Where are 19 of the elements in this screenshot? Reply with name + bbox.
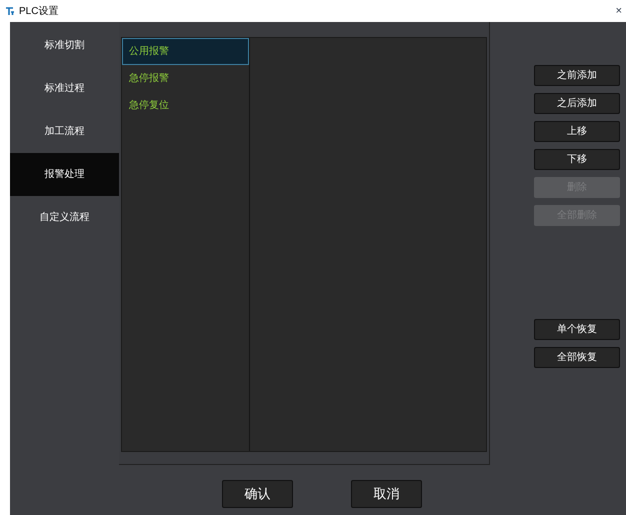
action-button[interactable]: 单个恢复 [534, 319, 620, 340]
dialog-button[interactable]: 取消 [351, 480, 422, 508]
nav-tab[interactable]: 加工流程 [10, 110, 119, 153]
nav-tab[interactable]: 自定义流程 [10, 196, 119, 239]
close-button[interactable]: × [616, 6, 622, 16]
list-item[interactable]: 急停复位 [122, 92, 249, 119]
app-logo-icon [6, 6, 15, 16]
action-button[interactable]: 上移 [534, 121, 620, 142]
nav-tab[interactable]: 标准切割 [10, 24, 119, 67]
list-item[interactable]: 公用报警 [122, 38, 249, 65]
action-button[interactable]: 之前添加 [534, 65, 620, 86]
nav-tab[interactable]: 报警处理 [10, 153, 119, 196]
action-button[interactable]: 全部恢复 [534, 347, 620, 368]
nav-tab[interactable]: 标准过程 [10, 67, 119, 110]
list-item[interactable]: 急停报警 [122, 65, 249, 92]
action-button[interactable]: 之后添加 [534, 93, 620, 114]
window-title: PLC设置 [19, 4, 58, 18]
dialog-button[interactable]: 确认 [222, 480, 293, 508]
action-button[interactable]: 下移 [534, 149, 620, 170]
